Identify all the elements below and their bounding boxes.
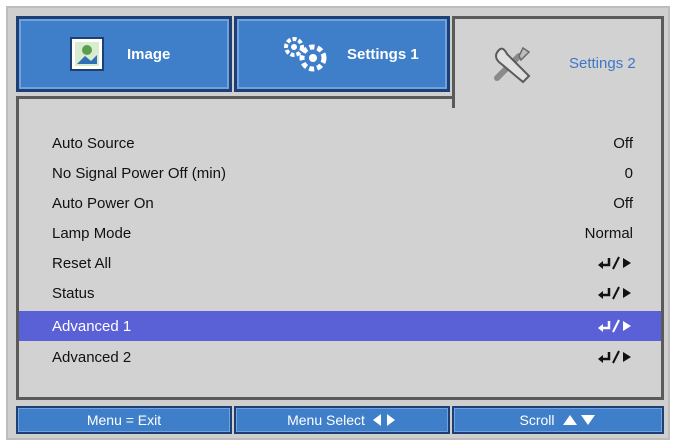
menu-item-advanced-1[interactable]: Advanced 1 [19, 311, 661, 341]
menu-select-hint: Menu Select [234, 406, 450, 434]
tab-settings-1-label: Settings 1 [347, 45, 419, 63]
left-right-arrows-icon [371, 413, 397, 427]
enter-submenu-icon [597, 318, 633, 334]
tab-settings-2[interactable]: Settings 2 [452, 16, 664, 108]
gears-icon [284, 37, 327, 72]
menu-item-label: Advanced 2 [52, 348, 132, 366]
up-down-arrows-icon [561, 413, 597, 427]
menu-item-value: Normal [584, 224, 633, 242]
menu-item-label: No Signal Power Off (min) [52, 164, 226, 182]
menu-item-label: Reset All [52, 254, 112, 272]
menu-exit-label: Menu = Exit [86, 412, 162, 428]
settings-2-panel: Auto Source Off No Signal Power Off (min… [16, 96, 664, 400]
menu-item-lamp-mode[interactable]: Lamp Mode Normal [19, 218, 661, 248]
scroll-label: Scroll [519, 412, 555, 428]
tab-image-label: Image [127, 45, 171, 63]
enter-submenu-icon [597, 349, 633, 365]
menu-item-no-signal-power-off[interactable]: No Signal Power Off (min) 0 [19, 158, 661, 188]
tab-image[interactable]: Image [16, 16, 232, 92]
menu-item-label: Auto Source [52, 134, 135, 152]
menu-exit-hint: Menu = Exit [16, 406, 232, 434]
menu-item-label: Lamp Mode [52, 224, 132, 242]
image-icon [70, 37, 104, 71]
menu-item-advanced-2[interactable]: Advanced 2 [19, 342, 661, 372]
menu-item-status[interactable]: Status [19, 278, 661, 308]
projector-osd: Image Settings 1 Settings 2 Auto Source … [6, 6, 670, 440]
menu-item-reset-all[interactable]: Reset All [19, 248, 661, 278]
tab-settings-1[interactable]: Settings 1 [234, 16, 450, 92]
menu-item-value: 0 [624, 164, 633, 182]
scroll-hint: Scroll [452, 406, 664, 434]
tools-icon [494, 46, 531, 83]
menu-item-label: Auto Power On [52, 194, 154, 212]
menu-item-value: Off [613, 134, 633, 152]
menu-item-label: Advanced 1 [52, 317, 132, 335]
menu-item-value: Off [613, 194, 633, 212]
enter-submenu-icon [597, 255, 633, 271]
menu-item-auto-source[interactable]: Auto Source Off [19, 128, 661, 158]
menu-select-label: Menu Select [287, 412, 365, 428]
tab-settings-2-label: Settings 2 [569, 55, 636, 72]
menu-item-auto-power-on[interactable]: Auto Power On Off [19, 188, 661, 218]
enter-submenu-icon [597, 285, 633, 301]
menu-item-label: Status [52, 284, 95, 302]
